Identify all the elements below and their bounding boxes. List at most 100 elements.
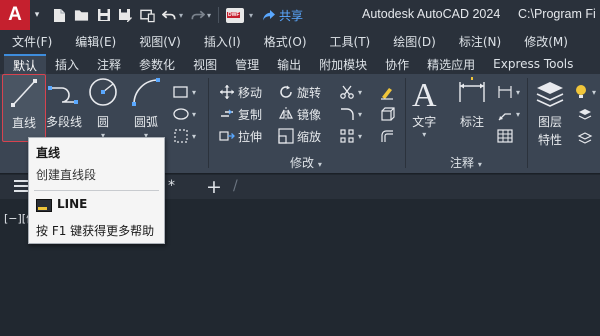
- panel-separator: [405, 78, 406, 168]
- layer-tool-3[interactable]: [576, 126, 593, 146]
- open-folder-icon[interactable]: [74, 8, 89, 23]
- menu-insert[interactable]: 插入(I): [204, 33, 241, 50]
- fillet-dropdown-icon[interactable]: ▾: [358, 110, 362, 119]
- redo-dropdown-icon[interactable]: ▾: [207, 11, 211, 20]
- layer-properties-button[interactable]: 图层 特性: [534, 78, 566, 148]
- start-menu-icon[interactable]: [14, 180, 28, 193]
- polyline-icon: [48, 86, 78, 104]
- move-label: 移动: [238, 85, 263, 100]
- menu-draw[interactable]: 绘图(D): [393, 33, 436, 50]
- share-button[interactable]: 共享: [262, 7, 303, 24]
- stretch-tool[interactable]: 拉伸: [218, 126, 262, 146]
- save-as-icon[interactable]: [118, 8, 133, 23]
- new-tab-plus-icon[interactable]: +: [206, 176, 222, 198]
- layer-tool-2[interactable]: [576, 104, 593, 124]
- autocad-logo-icon[interactable]: A: [0, 0, 30, 30]
- tab-parametric[interactable]: 参数化: [130, 54, 184, 74]
- linear-dimension-dropdown-icon[interactable]: ▾: [516, 88, 520, 97]
- polyline-tool-button[interactable]: 多段线: [46, 76, 82, 130]
- tab-annotate[interactable]: 注释: [88, 54, 130, 74]
- offset-icon: [378, 128, 395, 145]
- scale-tool[interactable]: 缩放: [277, 126, 321, 146]
- plot-dwf-icon[interactable]: DWF: [226, 7, 245, 23]
- scale-icon: [277, 128, 294, 145]
- linear-dimension-tool[interactable]: ▾: [496, 82, 520, 102]
- trim-dropdown-icon[interactable]: ▾: [358, 88, 362, 97]
- annotation-panel-expand-icon[interactable]: ▾: [478, 160, 482, 169]
- text-dropdown-icon[interactable]: ▾: [422, 130, 426, 139]
- rectangle-tool[interactable]: ▾: [172, 82, 196, 102]
- tab-addins[interactable]: 附加模块: [310, 54, 376, 74]
- menu-tools[interactable]: 工具(T): [330, 33, 371, 50]
- web-mobile-icon[interactable]: [140, 8, 155, 23]
- menu-view[interactable]: 视图(V): [139, 33, 181, 50]
- trim-scissors-icon: [338, 84, 355, 101]
- erase-tool[interactable]: [378, 82, 395, 102]
- tab-featured-apps[interactable]: 精选应用: [418, 54, 484, 74]
- annotation-panel-title[interactable]: 注释 ▾: [450, 154, 482, 171]
- layer-state-dropdown-icon[interactable]: ▾: [592, 88, 596, 97]
- table-tool[interactable]: [496, 126, 513, 146]
- point-dropdown-icon[interactable]: ▾: [192, 132, 196, 141]
- tooltip-title: 直线: [36, 146, 61, 160]
- tab-separator: /: [233, 178, 238, 194]
- menu-format[interactable]: 格式(O): [264, 33, 307, 50]
- move-tool[interactable]: 移动: [218, 82, 262, 102]
- text-icon: A: [412, 77, 437, 114]
- tab-default[interactable]: 默认: [4, 54, 47, 74]
- hatch-icon: [172, 106, 189, 123]
- leader-tool[interactable]: ▾: [496, 104, 520, 124]
- layer-properties-icon: [536, 82, 564, 107]
- quick-access-toolbar: ▾ ▾ DWF ▾ 共享: [52, 7, 303, 24]
- point-tool[interactable]: ▾: [172, 126, 196, 146]
- mirror-tool[interactable]: 镜像: [277, 104, 321, 124]
- tab-manage[interactable]: 管理: [226, 54, 268, 74]
- hatch-tool[interactable]: ▾: [172, 104, 196, 124]
- menu-edit[interactable]: 编辑(E): [75, 33, 116, 50]
- file-path: C:\Program Fi: [518, 7, 596, 21]
- menu-dimension[interactable]: 标注(N): [459, 33, 501, 50]
- offset-tool[interactable]: [378, 126, 395, 146]
- circle-tool-button[interactable]: 圆 ▾: [87, 76, 119, 140]
- layer-state-tool[interactable]: ▾: [572, 82, 596, 102]
- hatch-dropdown-icon[interactable]: ▾: [192, 110, 196, 119]
- rotate-label: 旋转: [297, 85, 322, 100]
- table-icon: [496, 128, 513, 145]
- dimension-tool-button[interactable]: 标注: [456, 76, 488, 130]
- array-dropdown-icon[interactable]: ▾: [358, 132, 362, 141]
- undo-icon[interactable]: [162, 8, 177, 23]
- tab-output[interactable]: 输出: [268, 54, 310, 74]
- menu-file[interactable]: 文件(F): [12, 33, 52, 50]
- save-icon[interactable]: [96, 8, 111, 23]
- fillet-tool[interactable]: ▾: [338, 104, 362, 124]
- redo-icon[interactable]: [190, 8, 206, 23]
- array-tool[interactable]: ▾: [338, 126, 362, 146]
- arc-tool-button[interactable]: 圆弧 ▾: [130, 76, 162, 140]
- tab-collaborate[interactable]: 协作: [376, 54, 418, 74]
- rotate-tool[interactable]: 旋转: [277, 82, 321, 102]
- arc-label: 圆弧: [133, 115, 158, 129]
- customize-dropdown-icon[interactable]: ▾: [249, 11, 253, 20]
- undo-dropdown-icon[interactable]: ▾: [179, 11, 183, 20]
- tab-insert[interactable]: 插入: [46, 54, 88, 74]
- file-tab-close-icon[interactable]: *: [168, 178, 175, 194]
- app-menu-caret-icon[interactable]: ▾: [30, 10, 44, 20]
- text-tool-button[interactable]: A 文字 ▾: [412, 77, 437, 140]
- modify-panel-title[interactable]: 修改 ▾: [290, 154, 322, 171]
- copy-tool[interactable]: 复制: [218, 104, 262, 124]
- leader-dropdown-icon[interactable]: ▾: [516, 110, 520, 119]
- tab-view[interactable]: 视图: [184, 54, 226, 74]
- scale-label: 缩放: [297, 129, 322, 144]
- new-file-icon[interactable]: [52, 8, 67, 23]
- trim-tool[interactable]: ▾: [338, 82, 362, 102]
- line-tool-button[interactable]: 直线: [2, 74, 46, 142]
- explode-tool[interactable]: [378, 104, 395, 124]
- menu-modify[interactable]: 修改(M): [524, 33, 568, 50]
- layer-properties-label-1: 图层: [537, 115, 562, 129]
- circle-label: 圆: [96, 115, 109, 129]
- layer-iso-icon: [576, 128, 593, 145]
- modify-panel-expand-icon[interactable]: ▾: [318, 160, 322, 169]
- fillet-icon: [338, 106, 355, 123]
- tab-express-tools[interactable]: Express Tools: [484, 54, 582, 74]
- rectangle-dropdown-icon[interactable]: ▾: [192, 88, 196, 97]
